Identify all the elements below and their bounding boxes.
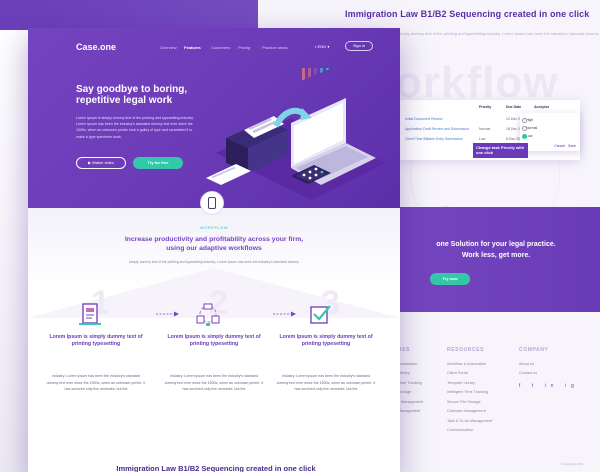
bg-cta-text: one Solution for your legal practice. Wo…	[436, 241, 556, 259]
legal-work-illustration	[206, 68, 386, 200]
signin-button[interactable]: Sign in	[345, 41, 373, 51]
facebook-icon[interactable]: f	[519, 383, 525, 389]
try-now-button[interactable]: Try now	[430, 273, 470, 285]
priority-callout: Change task Priority with one click	[473, 143, 528, 158]
sync-workflow-icon	[196, 303, 220, 326]
left-bg-fade	[0, 30, 28, 472]
social-icons: f t in ig	[519, 383, 579, 389]
document-icon	[79, 303, 101, 325]
step-body: industry. Lorem Ipsum has been the indus…	[46, 374, 146, 391]
landing-page-mockup: Case.one Overview Features Customers Pri…	[28, 28, 400, 472]
nav-link-overview[interactable]: Overview	[160, 45, 177, 50]
step-body: industry. Lorem Ipsum has been the indus…	[164, 374, 264, 391]
step-title: Lorem Ipsum is simply dummy text of prin…	[279, 334, 373, 347]
chevron-down-icon: ▾	[327, 44, 330, 49]
nav-link-customers[interactable]: Customers	[211, 45, 230, 50]
workflow-subtitle: simply dummy text of the printing and ty…	[129, 260, 299, 264]
table-header: Priority	[479, 105, 492, 109]
workflow-step-2: 2 Lorem Ipsum is simply dummy text of pr…	[164, 284, 264, 414]
step-title: Lorem Ipsum is simply dummy text of prin…	[49, 334, 143, 347]
bg-section-title: Immigration Law B1/B2 Sequencing created…	[345, 9, 590, 19]
bg-section-subtitle: Lorem Ipsum is simply dummy text of the …	[370, 31, 599, 36]
twitter-icon[interactable]: t	[532, 383, 538, 389]
step-body: industry. Lorem Ipsum has been the indus…	[276, 374, 376, 391]
table-header-row: Priority Due Date Acceptor	[401, 105, 574, 112]
priority-option[interactable]: High	[521, 118, 533, 123]
workflow-step-3: 3 Lorem Ipsum is simply dummy text of pr…	[276, 284, 376, 414]
save-button[interactable]: Save	[568, 144, 576, 148]
watch-video-button[interactable]: ▶ Watch video	[76, 157, 126, 169]
checkbox-check-icon	[310, 305, 331, 324]
language-selector[interactable]: ▪ ENG ▾	[315, 44, 329, 49]
workflow-step-1: 1 Lorem Ipsum is simply dummy text of pr…	[46, 284, 146, 414]
cancel-button[interactable]: Cancel	[554, 144, 565, 148]
priority-option[interactable]: Normal	[521, 126, 537, 131]
linkedin-icon[interactable]: in	[545, 383, 559, 389]
nav-link-practice-areas[interactable]: Practice areas	[262, 45, 288, 50]
step-title: Lorem Ipsum is simply dummy text of prin…	[167, 334, 261, 347]
footer-col-resources: RESOURCES Workflow & Automation Client P…	[447, 347, 493, 432]
workflow-label: WORKFLOW	[200, 225, 228, 230]
priority-option-selected[interactable]: Low	[521, 134, 532, 139]
table-header: Acceptor	[534, 105, 550, 109]
try-for-free-button[interactable]: Try for free	[133, 157, 183, 169]
flag-icon: ▪	[315, 44, 317, 49]
footer-col-company: COMPANY About us Contact us	[519, 347, 549, 375]
hero-title: Say goodbye to boring, repetitive legal …	[76, 84, 188, 106]
logo[interactable]: Case.one	[76, 42, 116, 52]
workflow-title: Increase productivity and profitability …	[124, 236, 304, 252]
table-header: Due Date	[506, 105, 522, 109]
copyright: © Copyright 2016	[560, 462, 584, 466]
instagram-icon[interactable]: ig	[565, 383, 579, 389]
hero-section: Case.one Overview Features Customers Pri…	[28, 28, 400, 208]
document-badge	[200, 191, 224, 215]
bottom-section-title: Immigration Law B1/B2 Sequencing created…	[116, 464, 316, 472]
footer-col-features: RES Automation Library Time Tracking Sto…	[398, 347, 424, 413]
mobile-document-icon	[208, 197, 216, 209]
priority-dropdown[interactable]: High Normal Low Cancel Save	[520, 113, 580, 151]
dropdown-actions: Cancel Save	[554, 144, 576, 148]
nav-link-features[interactable]: Features	[184, 45, 201, 50]
hero-body: Lorem Ipsum is simply dummy text of the …	[76, 116, 194, 139]
nav-link-pricing[interactable]: Pricing	[238, 45, 250, 50]
